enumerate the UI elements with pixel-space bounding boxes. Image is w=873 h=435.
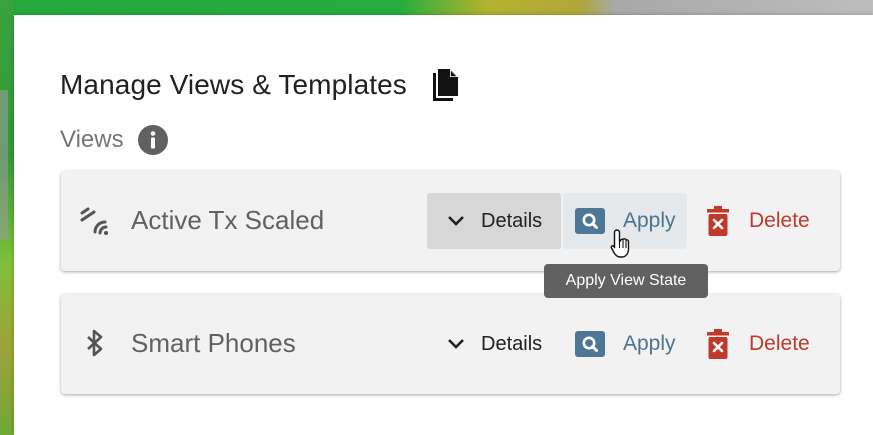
info-icon[interactable] (137, 125, 168, 155)
apply-label: Apply (623, 332, 676, 355)
delete-button[interactable]: Delete (701, 193, 831, 249)
views-section-label: Views (60, 126, 124, 153)
search-icon (575, 208, 605, 234)
view-name: Smart Phones (131, 328, 296, 358)
trash-icon (707, 206, 729, 236)
bluetooth-icon (79, 328, 111, 360)
apply-button[interactable]: Apply (563, 316, 687, 372)
modal-title: Manage Views & Templates (60, 69, 407, 100)
details-button[interactable]: Details (427, 193, 561, 249)
map-left-grey-strip (0, 90, 8, 240)
details-button[interactable]: Details (427, 316, 561, 372)
file-copy-icon (429, 67, 459, 103)
wireless-signal-icon (79, 205, 111, 237)
search-icon (575, 331, 605, 357)
delete-button[interactable]: Delete (701, 316, 831, 372)
delete-label: Delete (749, 209, 810, 232)
chevron-down-icon (448, 216, 464, 226)
details-label: Details (481, 332, 543, 355)
hand-pointer-icon (610, 229, 630, 258)
map-top-strip (14, 0, 873, 15)
manage-views-modal: Manage Views & Templates Views Active Tx… (14, 15, 873, 435)
views-section-header: Views (60, 125, 168, 155)
details-label: Details (481, 209, 543, 232)
view-name: Active Tx Scaled (131, 205, 325, 235)
modal-header: Manage Views & Templates (60, 67, 459, 103)
apply-tooltip: Apply View State (544, 264, 708, 298)
delete-label: Delete (749, 332, 810, 355)
chevron-down-icon (448, 339, 464, 349)
trash-icon (707, 329, 729, 359)
view-card: Smart Phones Details Apply Delete (61, 294, 840, 394)
view-card: Active Tx Scaled Details Apply Delete (61, 171, 840, 271)
